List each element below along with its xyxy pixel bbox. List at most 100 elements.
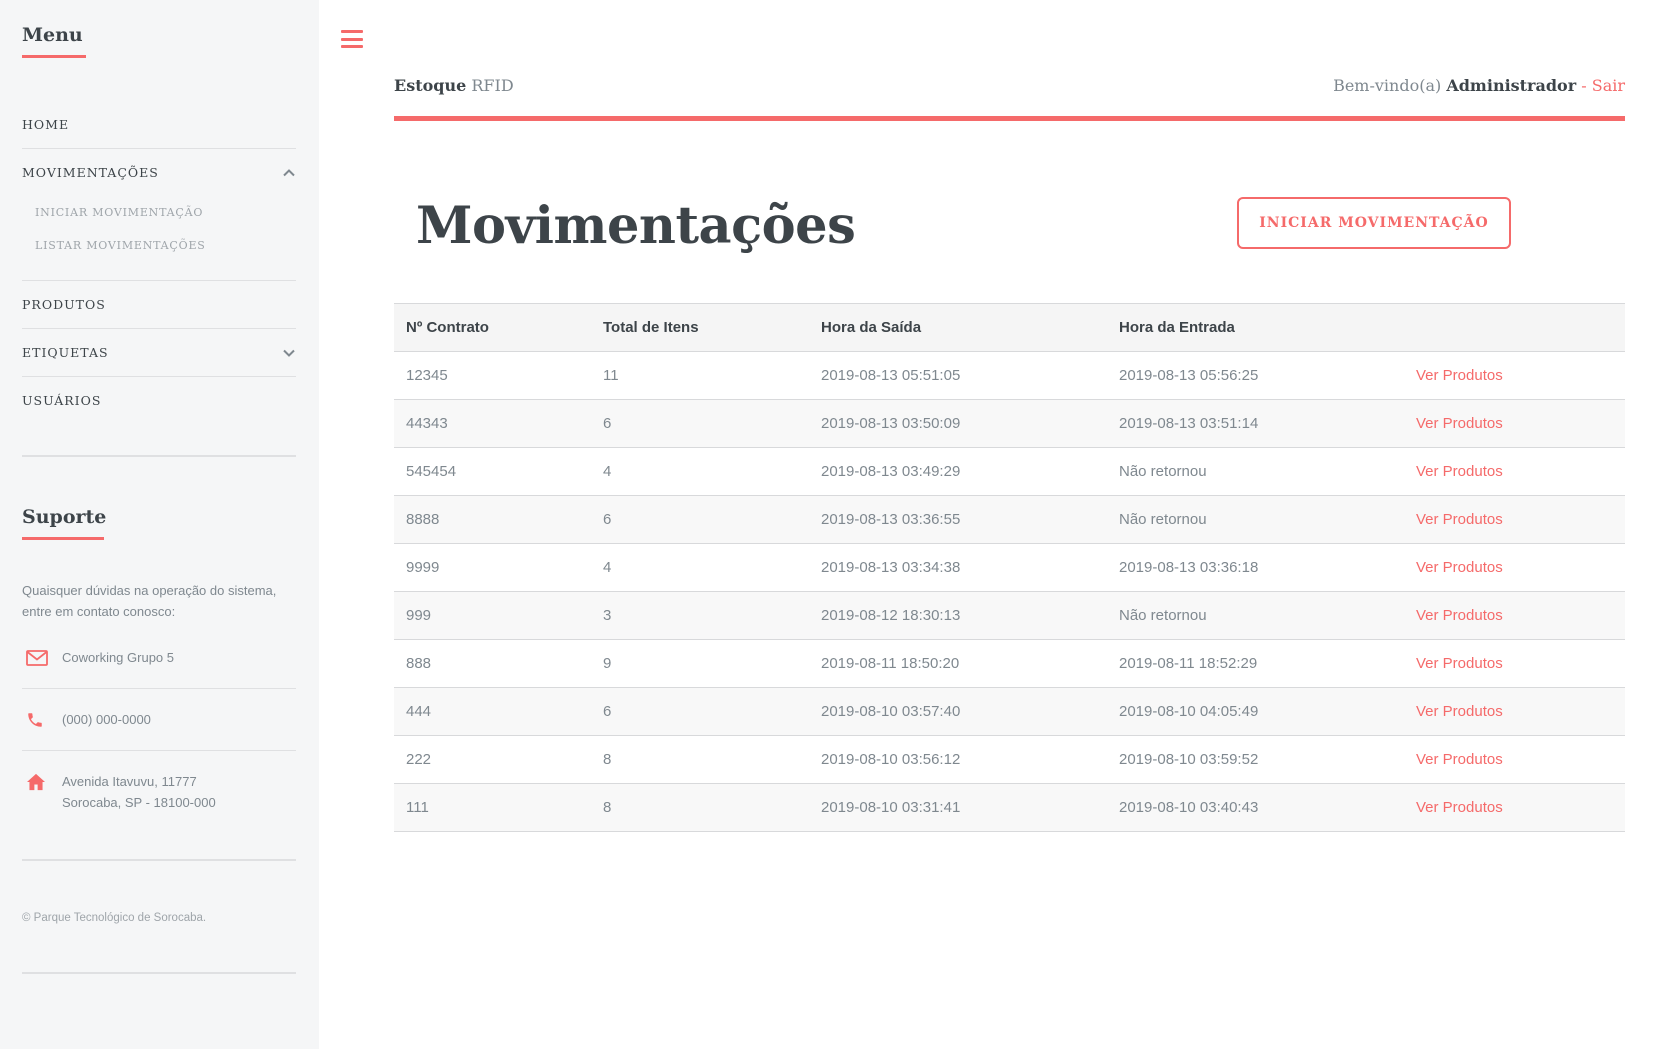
divider [22, 750, 296, 751]
contact-email: Coworking Grupo 5 [22, 647, 296, 668]
cell-entrada: 2019-08-13 05:56:25 [1107, 351, 1404, 400]
cell-itens: 8 [591, 735, 809, 784]
cell-contrato: 111 [394, 783, 591, 832]
view-products-link[interactable]: Ver Produtos [1416, 751, 1503, 768]
cell-entrada: Não retornou [1107, 591, 1404, 640]
sidebar-item-home[interactable]: Home [22, 100, 296, 148]
cell-itens: 9 [591, 639, 809, 688]
table-row: 545454 4 2019-08-13 03:49:29 Não retorno… [394, 447, 1625, 496]
contact-phone: (000) 000-0000 [22, 709, 296, 730]
view-products-link[interactable]: Ver Produtos [1416, 655, 1503, 672]
cell-entrada: Não retornou [1107, 495, 1404, 544]
divider [22, 688, 296, 689]
table-row: 444 6 2019-08-10 03:57:40 2019-08-10 04:… [394, 687, 1625, 736]
view-products-link[interactable]: Ver Produtos [1416, 511, 1503, 528]
address-line-2: Sorocaba, SP - 18100-000 [62, 795, 216, 810]
view-products-link[interactable]: Ver Produtos [1416, 703, 1503, 720]
view-products-link[interactable]: Ver Produtos [1416, 799, 1503, 816]
view-products-link[interactable]: Ver Produtos [1416, 559, 1503, 576]
contact-address: Avenida Itavuvu, 11777 Sorocaba, SP - 18… [22, 771, 296, 813]
phone-icon [22, 709, 62, 730]
view-products-link[interactable]: Ver Produtos [1416, 607, 1503, 624]
sidebar-item-movimentacoes[interactable]: Movimentações [22, 148, 296, 196]
sidebar: Menu Home Movimentações Iniciar Moviment… [0, 0, 319, 1049]
sidebar-item-etiquetas[interactable]: Etiquetas [22, 328, 296, 376]
cell-saida: 2019-08-13 03:50:09 [809, 399, 1107, 448]
cell-entrada: 2019-08-10 04:05:49 [1107, 687, 1404, 736]
column-header-actions [1404, 303, 1625, 352]
start-movement-button[interactable]: Iniciar Movimentação [1237, 197, 1511, 249]
table-row: 12345 11 2019-08-13 05:51:05 2019-08-13 … [394, 351, 1625, 400]
column-header-hora-entrada: Hora da Entrada [1107, 303, 1404, 352]
cell-contrato: 888 [394, 639, 591, 688]
logo-bold: Estoque [394, 76, 467, 95]
envelope-icon [22, 647, 62, 668]
cell-contrato: 545454 [394, 447, 591, 496]
cell-entrada: 2019-08-10 03:59:52 [1107, 735, 1404, 784]
cell-itens: 6 [591, 495, 809, 544]
cell-actions: Ver Produtos [1404, 783, 1625, 832]
copyright: © Parque Tecnológico de Sorocaba. [22, 912, 207, 924]
logout-link[interactable]: - Sair [1581, 76, 1625, 95]
cell-itens: 8 [591, 783, 809, 832]
cell-saida: 2019-08-13 03:34:38 [809, 543, 1107, 592]
cell-entrada: 2019-08-13 03:51:14 [1107, 399, 1404, 448]
sidebar-item-label: Etiquetas [22, 345, 109, 360]
support-text: Quaisquer dúvidas na operação do sistema… [22, 583, 277, 619]
cell-actions: Ver Produtos [1404, 735, 1625, 784]
cell-entrada: 2019-08-11 18:52:29 [1107, 639, 1404, 688]
logo[interactable]: Estoque RFID [394, 76, 514, 95]
divider [22, 859, 296, 861]
logo-light: RFID [471, 76, 514, 95]
sidebar-item-produtos[interactable]: Produtos [22, 280, 296, 328]
sidebar-item-label: Movimentações [22, 165, 159, 180]
cell-actions: Ver Produtos [1404, 399, 1625, 448]
cell-itens: 3 [591, 591, 809, 640]
welcome-message: Bem-vindo(a) Administrador - Sair [1333, 76, 1625, 95]
table-row: 111 8 2019-08-10 03:31:41 2019-08-10 03:… [394, 783, 1625, 832]
contact-address-text: Avenida Itavuvu, 11777 Sorocaba, SP - 18… [62, 771, 216, 813]
table-row: 9999 4 2019-08-13 03:34:38 2019-08-13 03… [394, 543, 1625, 592]
cell-saida: 2019-08-10 03:31:41 [809, 783, 1107, 832]
home-icon [22, 771, 62, 792]
sidebar-subitem-iniciar-movimentacao[interactable]: Iniciar Movimentação [35, 196, 296, 229]
cell-actions: Ver Produtos [1404, 447, 1625, 496]
cell-saida: 2019-08-12 18:30:13 [809, 591, 1107, 640]
cell-actions: Ver Produtos [1404, 351, 1625, 400]
table-row: 999 3 2019-08-12 18:30:13 Não retornou V… [394, 591, 1625, 640]
table-row: 8888 6 2019-08-13 03:36:55 Não retornou … [394, 495, 1625, 544]
cell-contrato: 12345 [394, 351, 591, 400]
chevron-down-icon [283, 349, 295, 357]
chevron-up-icon [283, 168, 295, 176]
cell-entrada: 2019-08-13 03:36:18 [1107, 543, 1404, 592]
cell-saida: 2019-08-13 05:51:05 [809, 351, 1107, 400]
divider [22, 455, 296, 457]
cell-contrato: 8888 [394, 495, 591, 544]
column-header-hora-saida: Hora da Saída [809, 303, 1107, 352]
welcome-prefix: Bem-vindo(a) [1333, 76, 1442, 95]
sidebar-subitem-listar-movimentacoes[interactable]: Listar Movimentações [35, 229, 296, 262]
submenu-movimentacoes: Iniciar Movimentação Listar Movimentaçõe… [22, 196, 296, 280]
cell-saida: 2019-08-11 18:50:20 [809, 639, 1107, 688]
view-products-link[interactable]: Ver Produtos [1416, 463, 1503, 480]
cell-actions: Ver Produtos [1404, 687, 1625, 736]
cell-contrato: 44343 [394, 399, 591, 448]
table-header-row: Nº Contrato Total de Itens Hora da Saída… [394, 303, 1625, 352]
contact-email-text: Coworking Grupo 5 [62, 650, 174, 665]
sidebar-item-usuarios[interactable]: Usuários [22, 376, 296, 424]
header: Estoque RFID Bem-vindo(a) Administrador … [394, 76, 1625, 121]
cell-entrada: 2019-08-10 03:40:43 [1107, 783, 1404, 832]
column-header-contrato: Nº Contrato [394, 303, 591, 352]
view-products-link[interactable]: Ver Produtos [1416, 415, 1503, 432]
cell-entrada: Não retornou [1107, 447, 1404, 496]
cell-itens: 6 [591, 399, 809, 448]
cell-itens: 6 [591, 687, 809, 736]
support-title: Suporte [22, 506, 107, 540]
cell-saida: 2019-08-13 03:36:55 [809, 495, 1107, 544]
cell-actions: Ver Produtos [1404, 639, 1625, 688]
cell-contrato: 999 [394, 591, 591, 640]
cell-itens: 4 [591, 543, 809, 592]
view-products-link[interactable]: Ver Produtos [1416, 367, 1503, 384]
hamburger-icon[interactable] [341, 30, 363, 50]
cell-saida: 2019-08-10 03:57:40 [809, 687, 1107, 736]
